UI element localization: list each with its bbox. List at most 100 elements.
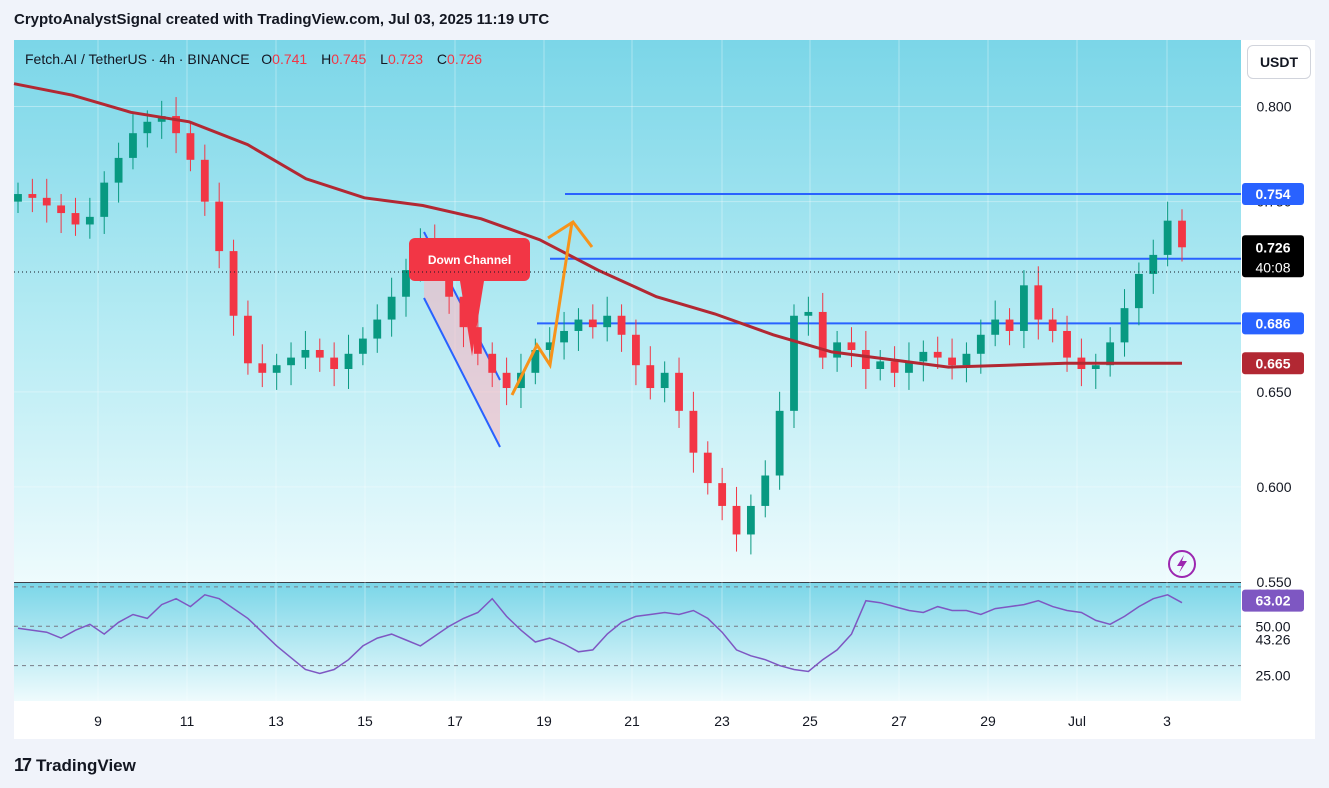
currency-button[interactable]: USDT bbox=[1247, 45, 1311, 79]
candle-body bbox=[42, 197, 51, 206]
tradingview-logo-icon: 17 bbox=[14, 755, 32, 775]
callout-label: Down Channel bbox=[428, 253, 511, 267]
candle-body bbox=[85, 216, 94, 225]
candle-body bbox=[617, 315, 626, 335]
candle-body bbox=[948, 357, 956, 366]
low-label: L bbox=[380, 51, 388, 67]
candle-body bbox=[646, 365, 655, 389]
candle-body bbox=[258, 363, 267, 373]
candle-body bbox=[761, 475, 770, 506]
open-label: O bbox=[261, 51, 273, 67]
candle-body bbox=[1134, 273, 1143, 309]
candle-body bbox=[588, 319, 597, 328]
time-tick-label: 25 bbox=[802, 713, 818, 729]
countdown-label: 40:08 bbox=[1255, 259, 1290, 275]
time-tick-label: 13 bbox=[268, 713, 284, 729]
candle-body bbox=[1005, 319, 1014, 331]
open-value: 0.741 bbox=[272, 51, 308, 67]
candle-body bbox=[373, 319, 382, 339]
candle-body bbox=[272, 365, 281, 373]
time-tick-label: 27 bbox=[891, 713, 907, 729]
time-tick-label: 19 bbox=[536, 713, 552, 729]
candle-body bbox=[114, 157, 123, 183]
candle-body bbox=[933, 351, 942, 358]
rsi-secondary-label: 43.26 bbox=[1255, 632, 1290, 648]
time-tick-label: 3 bbox=[1163, 713, 1171, 729]
time-axis-background bbox=[14, 701, 1315, 739]
candle-body bbox=[502, 372, 511, 389]
candle-body bbox=[660, 372, 669, 389]
time-tick-label: 9 bbox=[94, 713, 102, 729]
candle-body bbox=[129, 133, 137, 158]
price-tick-label: 0.800 bbox=[1256, 99, 1291, 115]
main-pane-background bbox=[14, 40, 1315, 582]
candle-body bbox=[1163, 220, 1172, 255]
candle-body bbox=[804, 311, 813, 316]
candle-body bbox=[402, 270, 410, 297]
candle-body bbox=[387, 296, 396, 320]
candle-body bbox=[1178, 220, 1186, 248]
high-value: 0.745 bbox=[331, 51, 367, 67]
candle-body bbox=[919, 351, 928, 362]
candle-body bbox=[1048, 319, 1057, 331]
time-tick-label: 11 bbox=[180, 713, 195, 729]
candle-body bbox=[991, 319, 1000, 335]
candle-body bbox=[775, 410, 784, 476]
candle-body bbox=[1063, 330, 1071, 358]
candle-body bbox=[200, 159, 209, 202]
price-chart[interactable]: Down Channel 0.8000.7500.6500.6000.5500.… bbox=[0, 0, 1329, 788]
candle-body bbox=[358, 338, 367, 354]
rsi-value-label: 63.02 bbox=[1255, 593, 1290, 609]
candle-body bbox=[215, 201, 224, 252]
candle-body bbox=[732, 505, 741, 535]
symbol-legend: Fetch.AI / TetherUS · 4h · BINANCE O0.74… bbox=[25, 51, 492, 67]
candle-body bbox=[244, 315, 252, 364]
candle-body bbox=[14, 194, 22, 202]
candle-body bbox=[1020, 285, 1028, 331]
candle-body bbox=[287, 357, 295, 366]
last-price-label: 0.726 bbox=[1255, 239, 1290, 255]
time-tick-label: 23 bbox=[714, 713, 730, 729]
candle-body bbox=[632, 334, 640, 366]
price-tag-label: 0.665 bbox=[1255, 355, 1290, 371]
price-tag-label: 0.686 bbox=[1255, 315, 1290, 331]
close-value: 0.726 bbox=[447, 51, 483, 67]
candle-body bbox=[488, 353, 497, 373]
time-tick-label: Jul bbox=[1068, 713, 1086, 729]
candle-body bbox=[790, 315, 798, 411]
candle-body bbox=[574, 319, 583, 331]
close-label: C bbox=[436, 51, 448, 67]
candle-body bbox=[315, 349, 324, 358]
candle-body bbox=[746, 505, 755, 535]
candle-body bbox=[718, 483, 727, 506]
candle-body bbox=[689, 410, 698, 453]
candle-body bbox=[71, 213, 80, 225]
candle-body bbox=[1034, 285, 1043, 320]
header-caption: CryptoAnalystSignal created with Trading… bbox=[14, 11, 550, 28]
candle-body bbox=[861, 349, 870, 370]
candle-body bbox=[976, 334, 985, 354]
candle-body bbox=[330, 357, 339, 370]
candle-body bbox=[675, 372, 683, 411]
candle-body bbox=[890, 361, 899, 373]
candle-body bbox=[57, 205, 66, 214]
footer-brand: 17 TradingView bbox=[14, 755, 136, 776]
header-bar: CryptoAnalystSignal created with Trading… bbox=[0, 0, 1329, 40]
candle-body bbox=[847, 342, 856, 350]
price-tick-label: 0.600 bbox=[1256, 479, 1291, 495]
price-tag-label: 0.754 bbox=[1255, 186, 1290, 202]
candle-body bbox=[301, 349, 310, 358]
candle-body bbox=[962, 353, 971, 366]
symbol-name: Fetch.AI / TetherUS · 4h · BINANCE bbox=[25, 51, 250, 67]
candle-body bbox=[186, 133, 195, 160]
candle-body bbox=[833, 342, 842, 358]
candle-body bbox=[876, 361, 885, 370]
time-tick-label: 15 bbox=[357, 713, 373, 729]
candle-body bbox=[28, 194, 37, 198]
low-value: 0.723 bbox=[387, 51, 424, 67]
time-tick-label: 29 bbox=[980, 713, 996, 729]
candle-body bbox=[560, 330, 568, 343]
candle-body bbox=[703, 452, 712, 484]
rsi-pane-background bbox=[14, 583, 1315, 701]
time-tick-label: 17 bbox=[447, 713, 463, 729]
